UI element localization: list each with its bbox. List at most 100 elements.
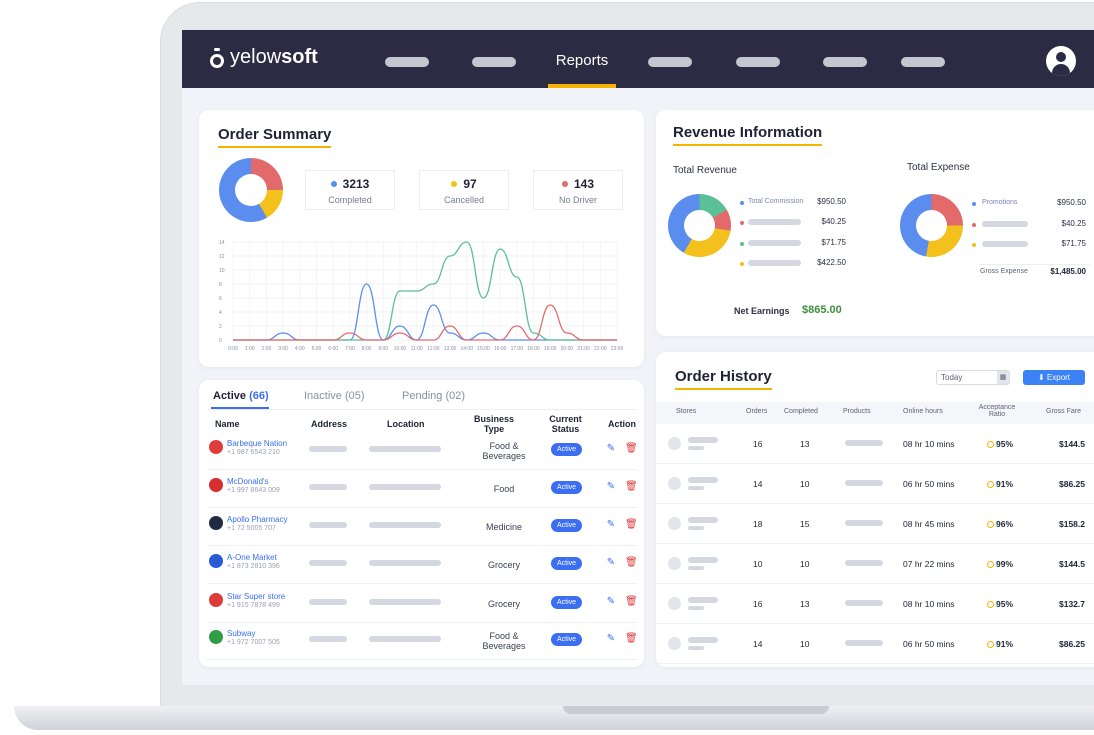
status-badge[interactable]: Active: [551, 443, 582, 456]
table-row[interactable]: 16 13 08 hr 10 mins 95% $144.5: [656, 424, 1094, 464]
online-hours-value: 06 hr 50 mins: [903, 479, 955, 489]
x-tick-label: 1:00: [245, 346, 255, 352]
th-acceptance-ratio: Acceptance Ratio: [978, 404, 1016, 418]
orders-value: 14: [753, 639, 763, 649]
brand-logo[interactable]: yelowsoft: [210, 46, 318, 69]
x-tick-label: 6:00: [328, 346, 338, 352]
status-badge[interactable]: Active: [551, 481, 582, 494]
orders-value: 18: [753, 519, 763, 529]
nav-item-6[interactable]: [823, 57, 867, 67]
business-type: Food: [493, 484, 515, 494]
delete-icon[interactable]: 🗑: [625, 633, 638, 645]
legend-value: $71.75: [1061, 239, 1086, 248]
stat-cancelled-label: Cancelled: [443, 195, 485, 205]
store-avatar: [668, 597, 681, 610]
status-badge[interactable]: Active: [551, 557, 582, 570]
table-row[interactable]: 16 13 08 hr 10 mins 95% $132.7: [656, 584, 1094, 624]
edit-icon[interactable]: ✎: [605, 633, 617, 645]
business-type: Food & Beverages: [482, 631, 526, 651]
table-row[interactable]: 18 15 08 hr 45 mins 96% $158.2: [656, 504, 1094, 544]
edit-icon[interactable]: ✎: [605, 596, 617, 608]
net-earnings-value: $865.00: [802, 304, 842, 316]
edit-icon[interactable]: ✎: [605, 557, 617, 569]
store-name[interactable]: Barbeque Nation: [227, 439, 287, 448]
store-name[interactable]: Subway: [227, 629, 255, 638]
status-badge[interactable]: Active: [551, 596, 582, 609]
store-logo-icon: [209, 554, 223, 568]
x-tick-label: 14:00: [460, 346, 473, 352]
online-hours-value: 08 hr 10 mins: [903, 599, 955, 609]
completed-value: 10: [800, 479, 810, 489]
delete-icon[interactable]: 🗑: [625, 481, 638, 493]
store-name[interactable]: A-One Market: [227, 553, 277, 562]
table-row[interactable]: McDonald's +1 997 8643 009 Food Active ✎ 🗑: [207, 470, 638, 508]
tab-active[interactable]: Active (66): [213, 390, 269, 402]
gross-divider: [980, 264, 1090, 265]
table-row[interactable]: Star Super store +1 915 7878 499 Grocery Ac…: [207, 585, 638, 623]
y-tick-label: 8: [219, 282, 222, 288]
table-row[interactable]: A-One Market +1 873 2810 396 Grocery Active…: [207, 546, 638, 584]
edit-icon[interactable]: ✎: [605, 481, 617, 493]
store-sub-placeholder: [688, 566, 704, 570]
nav-item-reports[interactable]: Reports: [548, 30, 616, 88]
order-summary-card: Order Summary .card .donut[data-name="or…: [199, 110, 644, 367]
nav-item-4[interactable]: [648, 57, 692, 67]
store-name[interactable]: Star Super store: [227, 592, 285, 601]
legend-dot: [740, 201, 744, 205]
legend-placeholder: [748, 260, 801, 266]
app-screen: yelowsoft Reports Order Summary .card .d…: [182, 30, 1094, 685]
legend-value: $40.25: [1061, 219, 1086, 228]
store-name[interactable]: McDonald's: [227, 477, 269, 486]
table-row[interactable]: Apollo Pharmacy +1 72 5005 707 Medicine Act…: [207, 508, 638, 546]
export-button[interactable]: ⬇ Export: [1023, 370, 1085, 385]
x-tick-label: 5:00: [312, 346, 322, 352]
products-placeholder: [845, 440, 883, 446]
delete-icon[interactable]: 🗑: [625, 443, 638, 455]
x-tick-label: 22:00: [594, 346, 607, 352]
date-picker[interactable]: Today ▦: [936, 370, 1010, 385]
tab-inactive[interactable]: Inactive (05): [304, 390, 365, 402]
th-stores: Stores: [676, 408, 697, 415]
x-tick-label: 16:00: [494, 346, 507, 352]
completed-value: 10: [800, 639, 810, 649]
online-hours-value: 08 hr 45 mins: [903, 519, 955, 529]
store-name[interactable]: Apollo Pharmacy: [227, 515, 287, 524]
acceptance-ratio: 99%: [987, 559, 1013, 569]
store-logo-icon: [209, 440, 223, 454]
table-row[interactable]: 14 10 06 hr 50 mins 91% $86.25: [656, 464, 1094, 504]
edit-icon[interactable]: ✎: [605, 443, 617, 455]
legend-dot: [972, 243, 976, 247]
delete-icon[interactable]: 🗑: [625, 557, 638, 569]
store-avatar: [668, 557, 681, 570]
legend-label: Promotions: [982, 199, 1018, 206]
address-placeholder: [309, 522, 347, 528]
th-location: Location: [387, 419, 425, 429]
legend-placeholder: [748, 240, 801, 246]
acceptance-ratio: 91%: [987, 639, 1013, 649]
business-type: Food & Beverages: [482, 441, 526, 461]
nav-item-2[interactable]: [472, 57, 516, 67]
store-list-card: Active (66) Inactive (05) Pending (02) N…: [199, 380, 644, 667]
table-row[interactable]: 14 10 06 hr 50 mins 91% $86.25: [656, 624, 1094, 664]
x-tick-label: 21:00: [577, 346, 590, 352]
delete-icon[interactable]: 🗑: [625, 519, 638, 531]
status-badge[interactable]: Active: [551, 519, 582, 532]
nav-item-7[interactable]: [901, 57, 945, 67]
tab-pending[interactable]: Pending (02): [402, 390, 465, 402]
delete-icon[interactable]: 🗑: [625, 596, 638, 608]
user-avatar-icon[interactable]: [1046, 46, 1076, 76]
edit-icon[interactable]: ✎: [605, 519, 617, 531]
status-badge[interactable]: Active: [551, 633, 582, 646]
table-row[interactable]: 10 10 07 hr 22 mins 99% $144.5: [656, 544, 1094, 584]
table-row[interactable]: Subway +1 972 7007 505 Food & Beverages Act…: [207, 622, 638, 660]
nav-item-5[interactable]: [736, 57, 780, 67]
nav-item-1[interactable]: [385, 57, 429, 67]
store-sub-placeholder: [688, 486, 704, 490]
table-row[interactable]: Barbeque Nation +1 987 6543 210 Food & Bev…: [207, 432, 638, 470]
stat-cancelled-value: 97: [463, 177, 477, 191]
stat-no-driver-label: No Driver: [558, 195, 597, 205]
stat-completed-value: 3213: [342, 177, 370, 191]
acceptance-ratio: 96%: [987, 519, 1013, 529]
th-completed: Completed: [784, 408, 818, 415]
address-placeholder: [309, 484, 347, 490]
